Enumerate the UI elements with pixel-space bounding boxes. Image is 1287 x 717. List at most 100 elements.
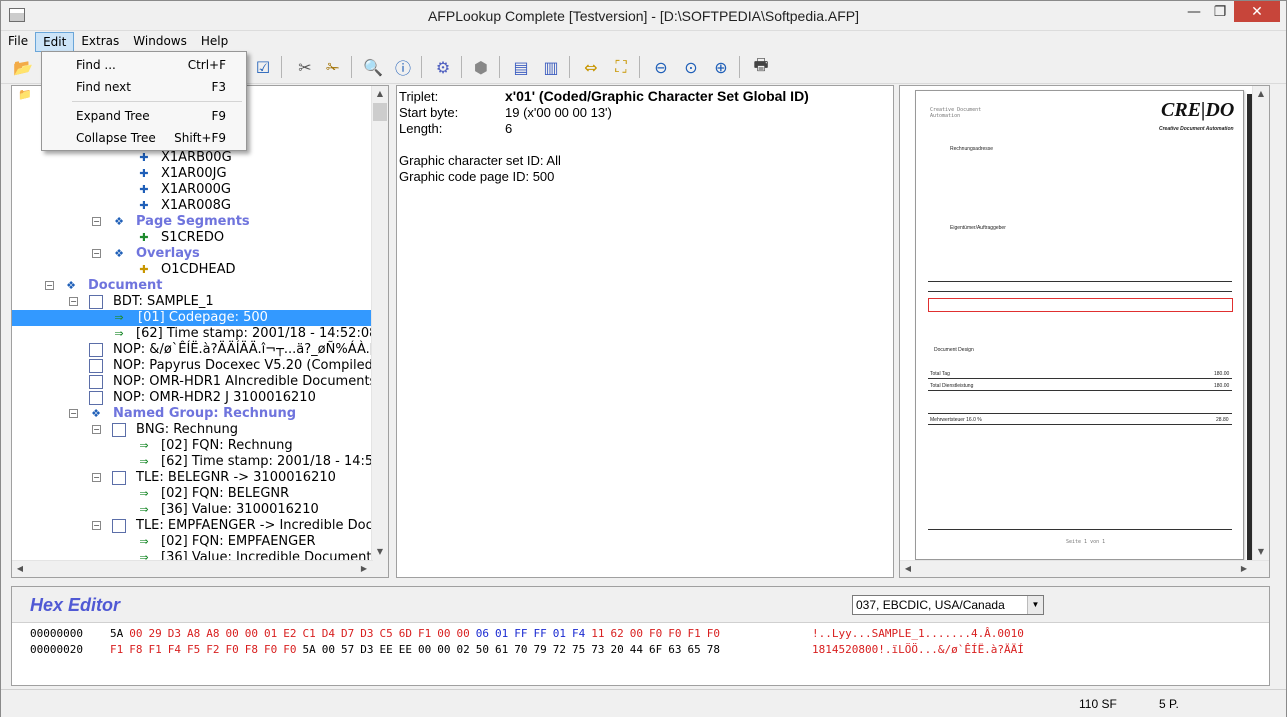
menu-edit[interactable]: Edit (35, 32, 75, 52)
hex-byte[interactable]: F1 (418, 627, 431, 640)
tree-item[interactable]: NOP: Papyrus Docexec V5.20 (Compiled Ju (12, 358, 388, 374)
hex-byte[interactable]: F0 (226, 643, 239, 656)
hex-byte[interactable]: D4 (322, 627, 335, 640)
hex-byte[interactable]: 11 (591, 627, 604, 640)
hex-ascii[interactable]: 1814520800!.ïLÖÖ...&/ø`ÊÍË.à?ÄÄÍ (812, 643, 1024, 656)
hex-byte[interactable]: F1 (110, 643, 123, 656)
hex-byte[interactable]: 73 (591, 643, 604, 656)
tree-item[interactable]: − ❖ Named Group: Rechnung (12, 406, 373, 422)
tree-item[interactable]: ✚ X1AR008G (12, 198, 373, 214)
tree-item[interactable]: ⇒ [62] Time stamp: 2001/18 - 14:52:08.0 (12, 454, 388, 470)
collapse-toggle[interactable]: − (69, 297, 78, 306)
scroll-left-arrow[interactable]: ◀ (12, 561, 28, 577)
tree-horizontal-scrollbar[interactable]: ◀ ▶ (12, 560, 373, 577)
tree-item[interactable]: ✚ X1ARB00G (12, 150, 373, 166)
hex-byte[interactable]: 6D (399, 627, 412, 640)
hex-byte[interactable]: 01 (553, 627, 566, 640)
tree-item[interactable]: − TLE: BELEGNR -> 3100016210 (12, 470, 373, 486)
hex-byte[interactable]: F2 (206, 643, 219, 656)
hex-byte[interactable]: 61 (495, 643, 508, 656)
tree-item[interactable]: NOP: OMR-HDR1 AIncredible Documents A (12, 374, 388, 390)
tree-item[interactable]: ✚ S1CREDO (12, 230, 373, 246)
hex-byte[interactable]: 63 (668, 643, 681, 656)
hex-byte[interactable]: 75 (572, 643, 585, 656)
codepage-select[interactable]: 037, EBCDIC, USA/Canada ▼ (852, 595, 1044, 615)
hex-byte[interactable]: 00 (322, 643, 335, 656)
hex-byte[interactable]: 65 (688, 643, 701, 656)
hex-byte[interactable]: 72 (553, 643, 566, 656)
menu-item-find-next[interactable]: Find next F3 (76, 77, 246, 97)
hex-byte[interactable]: C5 (380, 627, 393, 640)
hex-byte[interactable]: 00 (437, 627, 450, 640)
search-doc-icon[interactable]: 🔍 (361, 55, 385, 79)
minimize-button[interactable]: — (1181, 1, 1207, 23)
tree-item[interactable]: ⇒ [02] FQN: BELEGNR (12, 486, 373, 502)
tree-item[interactable]: ✚ X1AR000G (12, 182, 373, 198)
tree-vertical-scrollbar[interactable]: ▲ ▼ (371, 86, 388, 577)
info-icon[interactable]: ⓘ (391, 55, 415, 79)
hex-byte[interactable]: 00 (418, 643, 431, 656)
zoom-out-icon[interactable]: ⊖ (649, 55, 673, 79)
tools-icon[interactable]: ⚙ (431, 55, 455, 79)
hex-byte[interactable]: 44 (630, 643, 643, 656)
preview-scroll-right[interactable]: ▶ (1236, 561, 1252, 577)
hex-byte[interactable]: 06 (476, 627, 489, 640)
hex-byte[interactable]: 62 (611, 627, 624, 640)
hex-byte[interactable]: 01 (495, 627, 508, 640)
hex-byte[interactable]: 02 (457, 643, 470, 656)
hex-byte[interactable]: EE (380, 643, 393, 656)
tree-item[interactable]: − TLE: EMPFAENGER -> Incredible Docu (12, 518, 381, 534)
collapse-toggle[interactable]: − (45, 281, 54, 290)
page-preview[interactable]: Creative Document Automation CRE|DO Crea… (899, 85, 1270, 578)
menu-windows[interactable]: Windows (126, 32, 194, 52)
scroll-down-arrow[interactable]: ▼ (372, 544, 388, 560)
tree-item[interactable]: − ❖ Document (12, 278, 373, 294)
menu-extras[interactable]: Extras (74, 32, 126, 52)
document-tree[interactable]: 📁 ✚ X1ARB00G ✚ X1AR00JG ✚ X1AR000G ✚ X1AR008G − ❖… (11, 85, 389, 578)
collapse-toggle[interactable]: − (69, 409, 78, 418)
hex-byte[interactable]: F0 (707, 627, 720, 640)
collapse-toggle[interactable]: − (92, 425, 101, 434)
tree-item[interactable]: − BNG: Rechnung (12, 422, 373, 438)
fit-width-icon[interactable]: ⇔ (579, 55, 603, 79)
hex-byte[interactable]: 00 (245, 627, 258, 640)
hex-byte[interactable]: F8 (129, 643, 142, 656)
hex-byte[interactable]: 5A (110, 627, 123, 640)
preview-horizontal-scrollbar[interactable]: ◀ ▶ (900, 560, 1269, 577)
preview-scroll-left[interactable]: ◀ (900, 561, 916, 577)
zoom-in-icon[interactable]: ⊕ (709, 55, 733, 79)
chevron-down-icon[interactable]: ▼ (1027, 596, 1043, 614)
hex-byte[interactable]: F0 (283, 643, 296, 656)
hex-byte[interactable]: F1 (688, 627, 701, 640)
hex-byte[interactable]: F0 (668, 627, 681, 640)
hex-byte[interactable]: 00 (630, 627, 643, 640)
preview-scroll-down[interactable]: ▼ (1253, 544, 1269, 560)
hex-byte[interactable]: C1 (303, 627, 316, 640)
tree-item[interactable]: − BDT: SAMPLE_1 (12, 294, 373, 310)
tree-item[interactable]: ✚ O1CDHEAD (12, 262, 373, 278)
menu-item-find[interactable]: Find ... Ctrl+F (76, 55, 246, 75)
zoom-100-icon[interactable]: ⊙ (679, 55, 703, 79)
hex-ascii[interactable]: !..Lyy...SAMPLE_1.......4.Â.0010 (812, 627, 1024, 640)
hex-byte[interactable]: 00 (226, 627, 239, 640)
stop-icon[interactable]: ⬢ (469, 55, 493, 79)
close-button[interactable]: ✕ (1234, 1, 1280, 22)
hex-byte[interactable]: 70 (514, 643, 527, 656)
hex-byte[interactable]: D3 (360, 627, 373, 640)
hex-byte[interactable]: 6F (649, 643, 662, 656)
tree-item[interactable]: ⇒ [02] FQN: EMPFAENGER (12, 534, 373, 550)
hex-byte[interactable]: A8 (187, 627, 200, 640)
hex-byte[interactable]: 00 (129, 627, 142, 640)
hex-bytes[interactable]: 5A 00 29 D3 A8 A8 00 00 01 E2 C1 D4 D7 D3 C5 6D F1 00 00 06… (110, 627, 726, 640)
hex-byte[interactable]: 00 (457, 627, 470, 640)
tree-item[interactable]: − ❖ Page Segments (12, 214, 373, 230)
hex-byte[interactable]: FF (534, 627, 547, 640)
tree-item[interactable]: − ❖ Overlays (12, 246, 373, 262)
checklist-icon[interactable]: ☑ (251, 55, 275, 79)
app-icon[interactable] (9, 8, 25, 22)
tree-item[interactable]: ⇒ [62] Time stamp: 2001/18 - 14:52:08.00 (12, 326, 388, 342)
hex-byte[interactable]: 5A (303, 643, 316, 656)
hex-byte[interactable]: F0 (264, 643, 277, 656)
tree-item[interactable]: ⇒ [02] FQN: Rechnung (12, 438, 373, 454)
tree-item[interactable]: NOP: OMR-HDR2 J 3100016210 (12, 390, 373, 406)
